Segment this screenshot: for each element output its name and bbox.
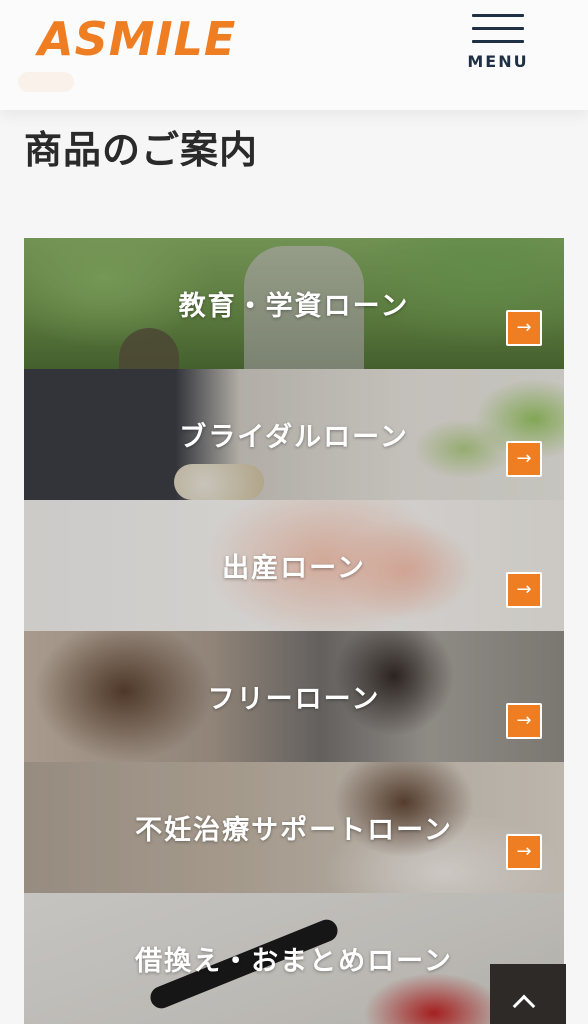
card-label: 借換え・おまとめローン — [135, 946, 453, 977]
page-title: 商品のご案内 — [24, 128, 259, 172]
product-card-fertility-loan[interactable]: 不妊治療サポートローン → — [24, 762, 564, 893]
product-card-free-loan[interactable]: フリーローン → — [24, 631, 564, 762]
card-label: ブライダルローン — [179, 422, 409, 453]
card-label: 不妊治療サポートローン — [135, 815, 453, 846]
decorative-mark — [18, 72, 74, 92]
product-list: 教育・学資ローン → ブライダルローン → 出産ローン → フリーローン → 不… — [24, 238, 564, 1024]
menu-label: MENU — [467, 52, 529, 71]
arrow-right-icon[interactable]: → — [506, 703, 542, 739]
card-label: 出産ローン — [222, 553, 366, 584]
product-card-education-loan[interactable]: 教育・学資ローン → — [24, 238, 564, 369]
arrow-right-icon[interactable]: → — [506, 572, 542, 608]
card-label: 教育・学資ローン — [178, 291, 410, 322]
arrow-right-icon[interactable]: → — [506, 834, 542, 870]
hamburger-icon — [472, 14, 524, 17]
menu-button[interactable]: MENU — [462, 10, 534, 76]
product-card-bridal-loan[interactable]: ブライダルローン → — [24, 369, 564, 500]
back-to-top-button[interactable] — [490, 964, 566, 1024]
card-label: フリーローン — [207, 684, 381, 715]
hamburger-icon-bar — [472, 27, 524, 30]
hamburger-icon-bar — [472, 40, 524, 43]
arrow-right-icon[interactable]: → — [506, 310, 542, 346]
site-header: ASMILE MENU — [0, 0, 588, 110]
arrow-right-icon[interactable]: → — [506, 441, 542, 477]
chevron-up-icon — [512, 994, 536, 1018]
product-card-refinance-loan[interactable]: 借換え・おまとめローン → — [24, 893, 564, 1024]
product-card-birth-loan[interactable]: 出産ローン → — [24, 500, 564, 631]
logo[interactable]: ASMILE — [38, 12, 236, 66]
